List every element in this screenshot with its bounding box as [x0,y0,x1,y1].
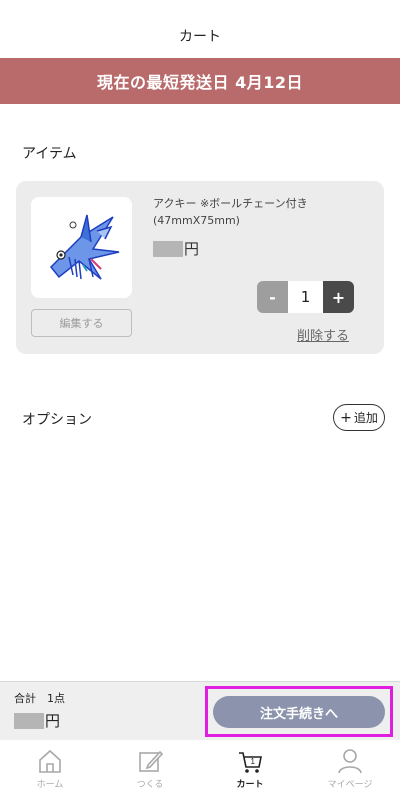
increase-quantity-button[interactable]: + [323,281,354,313]
item-name: アクキー ※ボールチェーン付き (47mmX75mm) [153,197,308,227]
proceed-to-checkout-button[interactable]: 注文手続きへ [213,696,385,728]
bottom-tab-bar: ホーム つくる 1 カート マイページ [0,740,400,800]
item-price: 円 [153,238,199,259]
price-redacted-block [153,240,183,257]
add-option-button[interactable]: + 追加 [333,404,385,431]
edit-icon [139,750,164,772]
total-price-suffix: 円 [45,712,61,730]
shipping-date-banner: 現在の最短発送日 4月12日 [0,58,400,104]
add-option-label: 追加 [353,411,378,425]
tab-home-label: ホーム [36,780,64,790]
quantity-stepper: - 1 + [257,281,354,313]
decrease-quantity-button[interactable]: - [257,281,288,313]
home-icon [39,749,61,773]
edit-item-button[interactable]: 編集する [31,309,132,337]
cart-icon: 1 [239,752,262,773]
plus-icon: + [340,409,352,426]
tab-cart[interactable]: 1 カート [200,740,300,800]
page-title: カート [179,29,221,45]
options-section-label: オプション [22,412,92,428]
item-price-suffix: 円 [184,240,200,258]
tab-create-label: つくる [136,780,164,790]
tab-cart-label: カート [236,780,264,790]
items-section-label: アイテム [22,146,77,162]
tab-create[interactable]: つくる [100,740,200,800]
item-thumbnail[interactable] [31,197,132,298]
user-icon [338,749,362,774]
cart-badge: 1 [251,757,256,766]
total-count-label: 合計 1点 [14,692,65,705]
tab-mypage-label: マイページ [327,780,373,790]
checkout-highlight-box: 注文手続きへ [205,686,393,737]
checkout-footer: 合計 1点 円 注文手続きへ [0,681,400,740]
tab-mypage[interactable]: マイページ [300,740,400,800]
tab-home[interactable]: ホーム [0,740,100,800]
total-price-redacted-block [14,712,44,729]
delete-item-link[interactable]: 削除する [297,325,349,344]
quantity-value: 1 [288,281,323,313]
cart-item-card: 編集する アクキー ※ボールチェーン付き (47mmX75mm) 円 - 1 +… [16,181,384,354]
total-price: 円 [14,710,60,731]
